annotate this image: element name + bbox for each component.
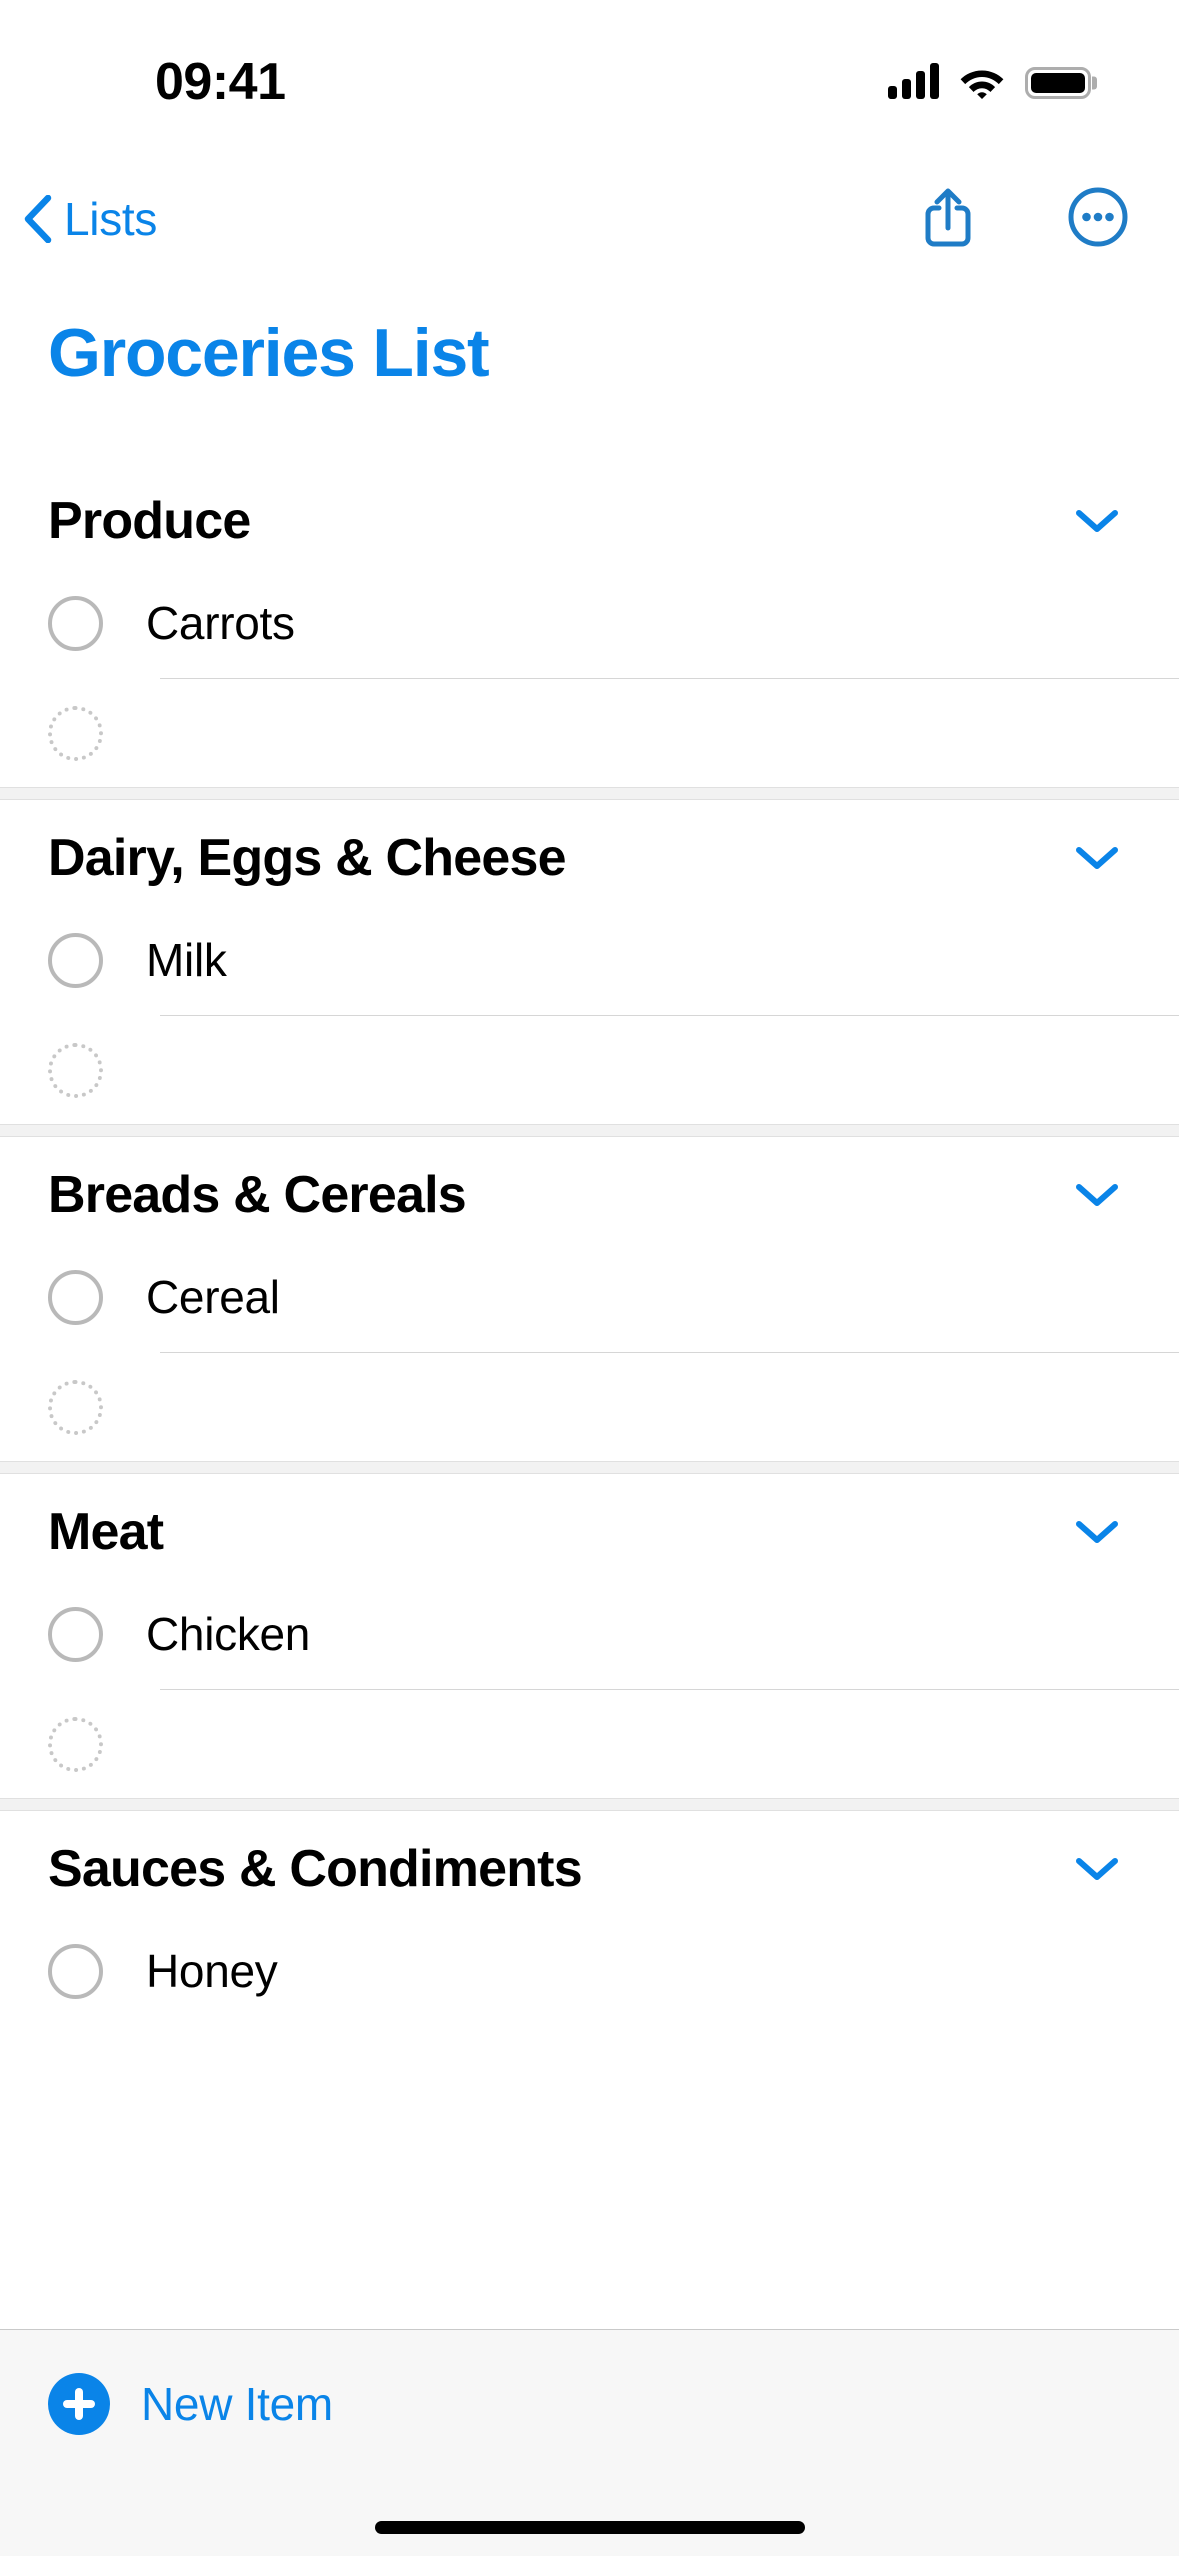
new-item-placeholder-row[interactable] — [0, 679, 1179, 787]
checkbox-circle-icon[interactable] — [48, 1606, 103, 1662]
item-label: Honey — [146, 1945, 278, 1997]
section-header[interactable]: Dairy, Eggs & Cheese — [0, 800, 1179, 904]
grocery-sections-list: Produce Carrots Dairy, Eggs & Cheese Mil… — [0, 463, 1179, 2027]
checkbox-circle-icon[interactable] — [48, 932, 103, 988]
status-bar-time: 09:41 — [155, 53, 286, 111]
section-title: Breads & Cereals — [48, 1166, 467, 1224]
dotted-circle-icon[interactable] — [48, 1042, 103, 1098]
section-divider — [0, 1798, 1179, 1811]
new-item-placeholder-row[interactable] — [0, 1690, 1179, 1798]
checkbox-circle-icon[interactable] — [48, 595, 103, 651]
section-dairy-eggs-cheese: Dairy, Eggs & Cheese Milk — [0, 800, 1179, 1124]
table-row[interactable]: Honey — [0, 1915, 1179, 2027]
section-header[interactable]: Sauces & Condiments — [0, 1811, 1179, 1915]
cellular-signal-icon — [888, 63, 939, 99]
section-produce: Produce Carrots — [0, 463, 1179, 787]
battery-full-icon — [1025, 67, 1091, 99]
section-sauces-condiments: Sauces & Condiments Honey — [0, 1811, 1179, 2027]
chevron-down-icon[interactable] — [1075, 1856, 1119, 1882]
reminders-list-screen: 09:41 Lists Groceries List Produce Carro… — [0, 0, 1179, 2556]
section-title: Meat — [48, 1503, 164, 1561]
checkbox-circle-icon[interactable] — [48, 1943, 103, 1999]
new-item-placeholder-row[interactable] — [0, 1016, 1179, 1124]
section-header[interactable]: Meat — [0, 1474, 1179, 1578]
section-title: Dairy, Eggs & Cheese — [48, 829, 566, 887]
navigation-bar: Lists — [0, 178, 1179, 288]
new-item-button[interactable]: New Item — [48, 2373, 333, 2435]
chevron-left-icon — [22, 194, 52, 244]
chevron-down-icon[interactable] — [1075, 1182, 1119, 1208]
ellipsis-circle-icon[interactable] — [1067, 186, 1129, 248]
chevron-down-icon[interactable] — [1075, 845, 1119, 871]
section-divider — [0, 1124, 1179, 1137]
nav-actions — [917, 186, 1129, 248]
table-row[interactable]: Milk — [0, 904, 1179, 1016]
back-button-label: Lists — [64, 193, 158, 245]
dotted-circle-icon[interactable] — [48, 705, 103, 761]
section-meat: Meat Chicken — [0, 1474, 1179, 1798]
new-item-placeholder-row[interactable] — [0, 1353, 1179, 1461]
item-label: Chicken — [146, 1608, 311, 1660]
chevron-down-icon[interactable] — [1075, 508, 1119, 534]
back-button[interactable]: Lists — [22, 192, 157, 246]
section-divider — [0, 787, 1179, 800]
dotted-circle-icon[interactable] — [48, 1379, 103, 1435]
bottom-toolbar: New Item — [0, 2329, 1179, 2556]
table-row[interactable]: Chicken — [0, 1578, 1179, 1690]
table-row[interactable]: Carrots — [0, 567, 1179, 679]
home-indicator[interactable] — [374, 2521, 805, 2534]
section-header[interactable]: Produce — [0, 463, 1179, 567]
item-label: Carrots — [146, 597, 295, 649]
checkbox-circle-icon[interactable] — [48, 1269, 103, 1325]
page-title: Groceries List — [48, 315, 490, 391]
status-bar-indicators — [888, 55, 1091, 99]
section-divider — [0, 1461, 1179, 1474]
dotted-circle-icon[interactable] — [48, 1716, 103, 1772]
plus-circle-icon — [48, 2373, 110, 2435]
table-row[interactable]: Cereal — [0, 1241, 1179, 1353]
section-breads-cereals: Breads & Cereals Cereal — [0, 1137, 1179, 1461]
section-title: Produce — [48, 492, 251, 550]
status-bar: 09:41 — [0, 0, 1179, 170]
item-label: Milk — [146, 934, 227, 986]
item-label: Cereal — [146, 1271, 280, 1323]
section-header[interactable]: Breads & Cereals — [0, 1137, 1179, 1241]
wifi-icon — [959, 65, 1005, 99]
chevron-down-icon[interactable] — [1075, 1519, 1119, 1545]
share-icon[interactable] — [917, 186, 979, 248]
new-item-button-label: New Item — [141, 2378, 333, 2430]
section-title: Sauces & Condiments — [48, 1840, 583, 1898]
